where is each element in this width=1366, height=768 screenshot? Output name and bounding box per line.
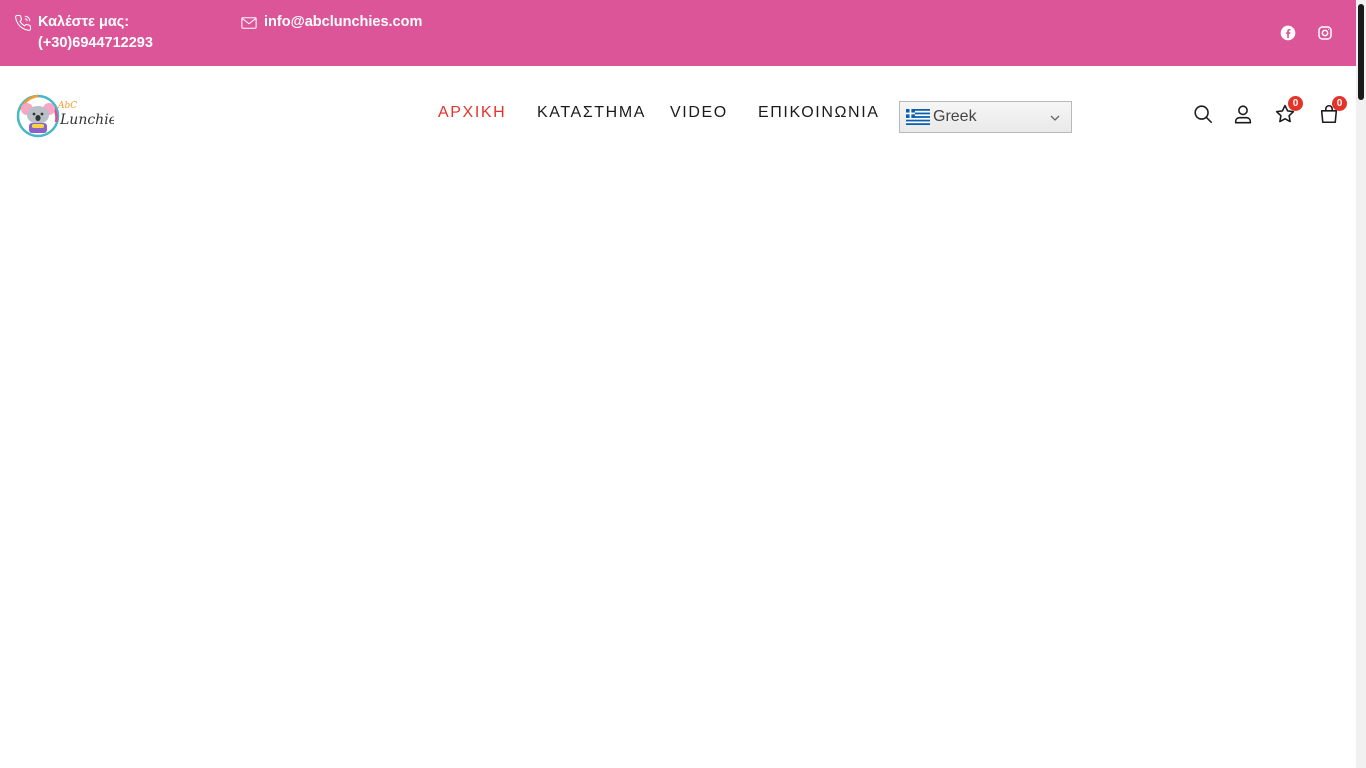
site-logo[interactable]: AbC Lunchies [16, 94, 124, 138]
instagram-icon[interactable] [1316, 24, 1334, 42]
scrollbar-thumb[interactable] [1358, 4, 1364, 100]
phone-contact[interactable]: Καλέστε μας: (+30)6944712293 [14, 12, 153, 54]
facebook-icon[interactable] [1279, 24, 1297, 42]
logo-abc-text: AbC [57, 101, 77, 111]
nav-item-video[interactable]: VIDEO [670, 104, 728, 122]
greece-flag-icon [906, 109, 930, 125]
phone-label: Καλέστε μας: [38, 14, 130, 30]
language-select[interactable]: Greek [899, 101, 1072, 133]
nav-item-shop[interactable]: ΚΑΤΑΣΤΗΜΑ [537, 104, 646, 122]
koala-mascot-icon [16, 94, 60, 138]
language-label: Greek [933, 108, 977, 125]
email-contact[interactable]: info@abclunchies.com [240, 12, 422, 33]
email-address[interactable]: info@abclunchies.com [264, 12, 422, 33]
nav-item-contact[interactable]: ΕΠΙΚΟΙΝΩΝΙΑ [758, 104, 880, 122]
top-bar: Καλέστε μας: (+30)6944712293 info@abclun… [0, 0, 1356, 66]
user-icon[interactable] [1231, 102, 1255, 126]
phone-icon [14, 14, 32, 32]
wishlist-count-badge: 0 [1288, 96, 1303, 111]
envelope-icon [240, 14, 258, 32]
cart-count-badge: 0 [1332, 96, 1347, 111]
star-icon[interactable]: 0 [1273, 96, 1303, 126]
search-icon[interactable] [1191, 102, 1215, 126]
logo-lunchies-text: Lunchies [59, 112, 114, 128]
site-header: AbC Lunchies ΑΡΧΙΚΗ ΚΑΤΑΣΤΗΜΑ VIDEO ΕΠΙΚ… [0, 66, 1356, 166]
phone-number[interactable]: (+30)6944712293 [38, 33, 153, 54]
shopping-bag-icon[interactable]: 0 [1317, 96, 1347, 126]
chevron-down-icon [1049, 111, 1061, 123]
page-scrollbar[interactable] [1356, 0, 1366, 768]
nav-item-home[interactable]: ΑΡΧΙΚΗ [438, 104, 506, 122]
